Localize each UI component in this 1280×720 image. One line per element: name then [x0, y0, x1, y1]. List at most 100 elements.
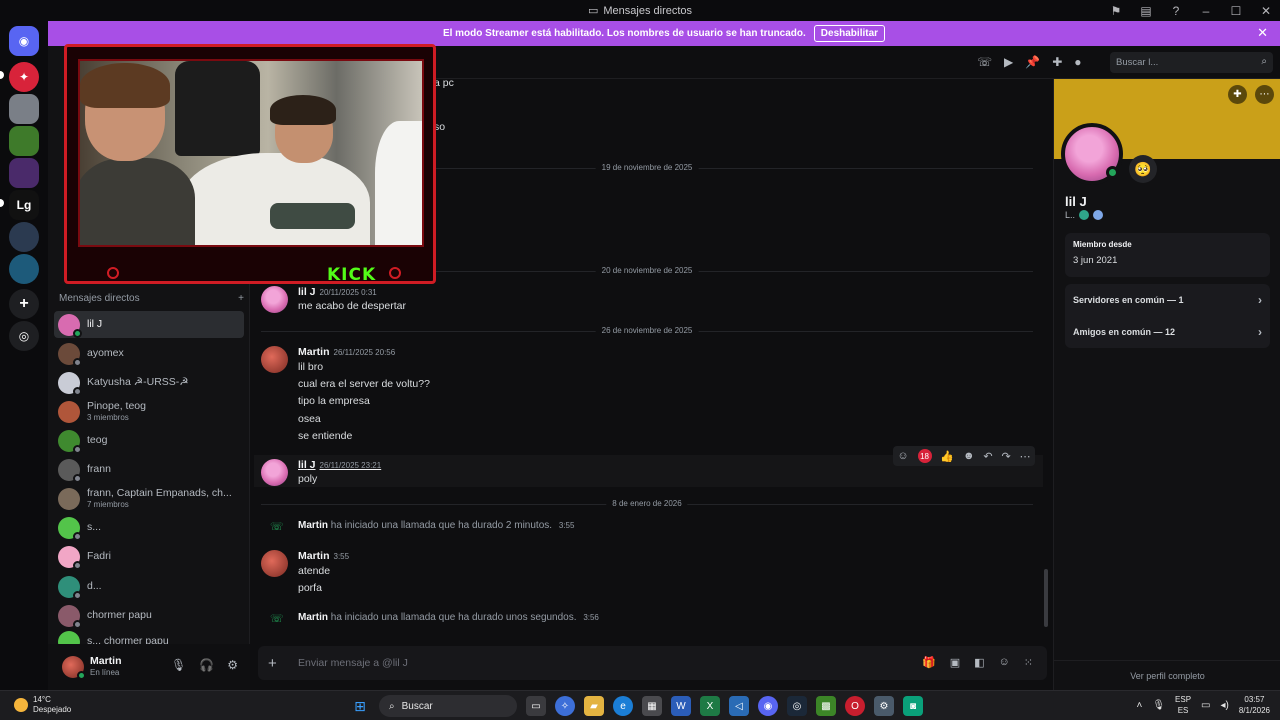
- reaction-emoji-icon[interactable]: ☺: [897, 450, 908, 462]
- dm-item[interactable]: Katyusha ☭-URSS-☭: [54, 369, 244, 396]
- server-lg[interactable]: Lg: [9, 190, 39, 220]
- phone-call-icon[interactable]: ☏: [977, 55, 992, 69]
- help-icon[interactable]: ?: [1168, 4, 1184, 18]
- nitro-badge-icon[interactable]: [1093, 210, 1104, 220]
- dm-item[interactable]: lil J: [54, 311, 244, 338]
- add-server-icon[interactable]: +: [9, 289, 39, 319]
- microphone-icon[interactable]: 🎙: [1152, 700, 1165, 711]
- add-friends-icon[interactable]: ✚: [1052, 55, 1062, 69]
- dm-item[interactable]: Pinope, teog 3 miembros: [54, 398, 244, 425]
- call-author[interactable]: Martin: [298, 612, 328, 623]
- dm-item[interactable]: frann: [54, 456, 244, 483]
- opera-icon[interactable]: O: [845, 696, 865, 716]
- profile-tag-text: L..: [1065, 210, 1076, 220]
- reaction-count-badge[interactable]: 18: [917, 449, 932, 463]
- maximize-button[interactable]: ☐: [1228, 4, 1244, 18]
- gift-icon[interactable]: 🎁: [922, 656, 936, 669]
- user-profile-icon[interactable]: ●: [1074, 55, 1081, 69]
- home-button[interactable]: ◉: [9, 26, 39, 56]
- explore-icon[interactable]: ◎: [9, 321, 39, 351]
- discord-icon[interactable]: ◉: [758, 696, 778, 716]
- file-explorer-icon[interactable]: ▰: [584, 696, 604, 716]
- message-author[interactable]: Martin 26/11/2025 20:56: [298, 346, 395, 358]
- status-indicator: [73, 560, 82, 570]
- steam-icon[interactable]: ◎: [787, 696, 807, 716]
- language-indicator[interactable]: ESP ES: [1175, 694, 1191, 716]
- server-icon[interactable]: [9, 254, 39, 284]
- weather-widget[interactable]: 14°C Despejado: [14, 695, 71, 715]
- add-dm-button[interactable]: +: [238, 293, 244, 304]
- inbox-icon[interactable]: ▤: [1138, 4, 1154, 18]
- pin-icon[interactable]: 📌: [1025, 55, 1040, 69]
- minecraft-icon[interactable]: ▩: [816, 696, 836, 716]
- add-friend-icon[interactable]: ✚: [1228, 85, 1247, 104]
- word-icon[interactable]: W: [671, 696, 691, 716]
- call-author[interactable]: Martin: [298, 520, 328, 531]
- scrollbar[interactable]: [1044, 569, 1048, 627]
- sticker-icon[interactable]: ◧: [974, 656, 984, 669]
- message-author[interactable]: lil J 26/11/2025 23:21: [298, 459, 381, 471]
- disable-streamer-button[interactable]: Deshabilitar: [813, 25, 886, 42]
- dm-item[interactable]: d...: [54, 573, 244, 600]
- add-reaction-icon[interactable]: ☻: [963, 450, 975, 462]
- reply-icon[interactable]: ↶: [983, 450, 992, 463]
- copilot-icon[interactable]: ✧: [555, 696, 575, 716]
- avatar[interactable]: [62, 656, 86, 680]
- view-full-profile-link[interactable]: Ver perfil completo: [1054, 660, 1280, 690]
- emoji-icon[interactable]: ☺: [999, 656, 1010, 669]
- server-icon[interactable]: [9, 94, 39, 124]
- edge-icon[interactable]: e: [613, 696, 633, 716]
- task-view-icon[interactable]: ▭: [526, 696, 546, 716]
- clock[interactable]: 03:57 8/1/2026: [1239, 694, 1270, 716]
- vscode-icon[interactable]: ◁: [729, 696, 749, 716]
- volume-icon[interactable]: ◂): [1221, 700, 1229, 711]
- badge-icon[interactable]: [1079, 210, 1090, 220]
- attach-plus-icon[interactable]: +: [268, 655, 284, 672]
- message-author[interactable]: lil J 20/11/2025 0:31: [298, 286, 377, 298]
- call-log: Martin ha iniciado una llamada que ha du…: [298, 520, 574, 531]
- dm-item[interactable]: frann, Captain Empanads, ch... 7 miembros: [54, 485, 244, 512]
- dm-item[interactable]: Fadri: [54, 543, 244, 570]
- message-author[interactable]: Martin 3:55: [298, 550, 349, 562]
- avatar[interactable]: [261, 346, 288, 373]
- gear-icon[interactable]: ⚙: [227, 658, 238, 672]
- server-icon[interactable]: [9, 158, 39, 188]
- dm-item[interactable]: teog: [54, 427, 244, 454]
- forward-icon[interactable]: ↷: [1001, 450, 1010, 463]
- server-icon[interactable]: [9, 126, 39, 156]
- obs-icon[interactable]: ◙: [903, 696, 923, 716]
- minimize-button[interactable]: –: [1198, 4, 1214, 18]
- more-options-icon[interactable]: ⋯: [1020, 450, 1031, 463]
- close-icon[interactable]: ✕: [1257, 25, 1268, 41]
- server-icon[interactable]: [9, 222, 39, 252]
- flag-icon[interactable]: ⚑: [1108, 4, 1124, 18]
- taskbar-search[interactable]: ⌕ Buscar: [379, 695, 517, 717]
- avatar[interactable]: [261, 459, 288, 486]
- search-input[interactable]: Buscar l... ⌕: [1110, 52, 1273, 73]
- dm-item[interactable]: ayomex: [54, 340, 244, 367]
- avatar[interactable]: [261, 286, 288, 313]
- apps-icon[interactable]: ⁙: [1024, 656, 1033, 669]
- message-composer[interactable]: + Enviar mensaje a @lil J 🎁 ▣ ◧ ☺ ⁙: [258, 646, 1047, 680]
- excel-icon[interactable]: X: [700, 696, 720, 716]
- more-options-icon[interactable]: ⋯: [1255, 85, 1274, 104]
- thumbs-up-icon[interactable]: 👍: [940, 450, 954, 463]
- mutual-friends-row[interactable]: Amigos en común — 12 ›: [1065, 316, 1270, 348]
- store-icon[interactable]: ▦: [642, 696, 662, 716]
- windows-start-icon[interactable]: ⊞: [350, 696, 370, 716]
- dm-item[interactable]: s...: [54, 514, 244, 541]
- close-window-button[interactable]: ✕: [1258, 4, 1274, 18]
- settings-icon[interactable]: ⚙: [874, 696, 894, 716]
- server-icon[interactable]: ✦: [9, 62, 39, 92]
- chevron-up-icon[interactable]: ˄: [1136, 700, 1142, 711]
- gif-icon[interactable]: ▣: [950, 656, 960, 669]
- mutual-servers-row[interactable]: Servidores en común — 1 ›: [1065, 284, 1270, 316]
- network-icon[interactable]: ▭: [1201, 700, 1210, 711]
- video-call-icon[interactable]: ▶: [1004, 55, 1013, 69]
- dm-item[interactable]: chormer papu: [54, 602, 244, 629]
- avatar[interactable]: [261, 550, 288, 577]
- dm-name: frann, Captain Empanads, ch...: [87, 487, 232, 499]
- microphone-icon[interactable]: 🎙: [171, 658, 186, 672]
- profile-avatar[interactable]: [1061, 123, 1123, 185]
- headphones-icon[interactable]: 🎧: [199, 658, 214, 672]
